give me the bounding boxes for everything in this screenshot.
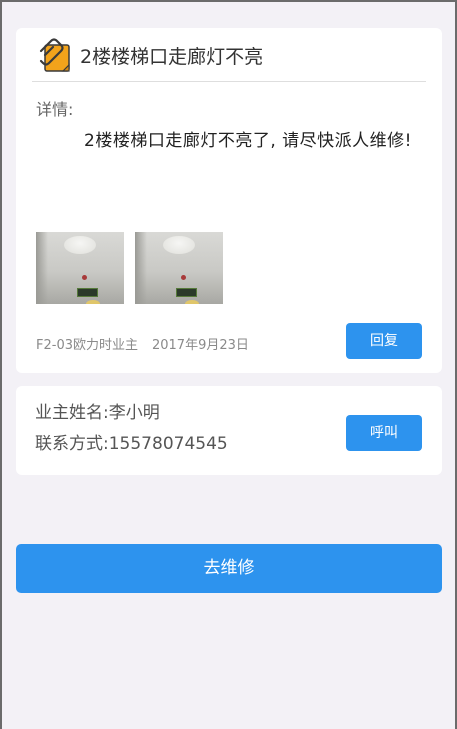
photo-thumbnail-2[interactable] (135, 232, 223, 304)
repair-request-card: 2楼楼梯口走廊灯不亮 详情: 2楼楼梯口走廊灯不亮了, 请尽快派人维修! F2-… (16, 28, 442, 373)
submitter-name: F2-03欧力时业主 (36, 338, 138, 353)
title-divider (32, 81, 426, 82)
go-repair-button[interactable]: 去维修 (16, 544, 442, 593)
owner-phone-label: 联系方式: (35, 434, 109, 454)
reply-button[interactable]: 回复 (346, 323, 422, 359)
window-frame-top (0, 0, 457, 2)
submission-date: 2017年9月23日 (151, 338, 249, 353)
owner-info-card: 业主姓名:李小明 联系方式:15578074545 呼叫 (16, 386, 442, 475)
owner-name-row: 业主姓名:李小明 (35, 400, 160, 426)
owner-name: 李小明 (108, 403, 160, 423)
call-button[interactable]: 呼叫 (346, 415, 422, 451)
owner-phone: 15578074545 (108, 434, 228, 454)
notice-title: 2楼楼梯口走廊灯不亮 (80, 46, 264, 68)
submission-meta: F2-03欧力时业主 2017年9月23日 (36, 336, 249, 356)
photo-thumbnail-1[interactable] (36, 232, 124, 304)
notepad-clip-icon (39, 38, 70, 72)
details-text: 2楼楼梯口走廊灯不亮了, 请尽快派人维修! (84, 131, 412, 151)
owner-phone-row: 联系方式:15578074545 (35, 431, 228, 457)
details-label: 详情: (36, 100, 74, 119)
owner-name-label: 业主姓名: (35, 403, 109, 423)
window-frame-left (0, 0, 2, 729)
